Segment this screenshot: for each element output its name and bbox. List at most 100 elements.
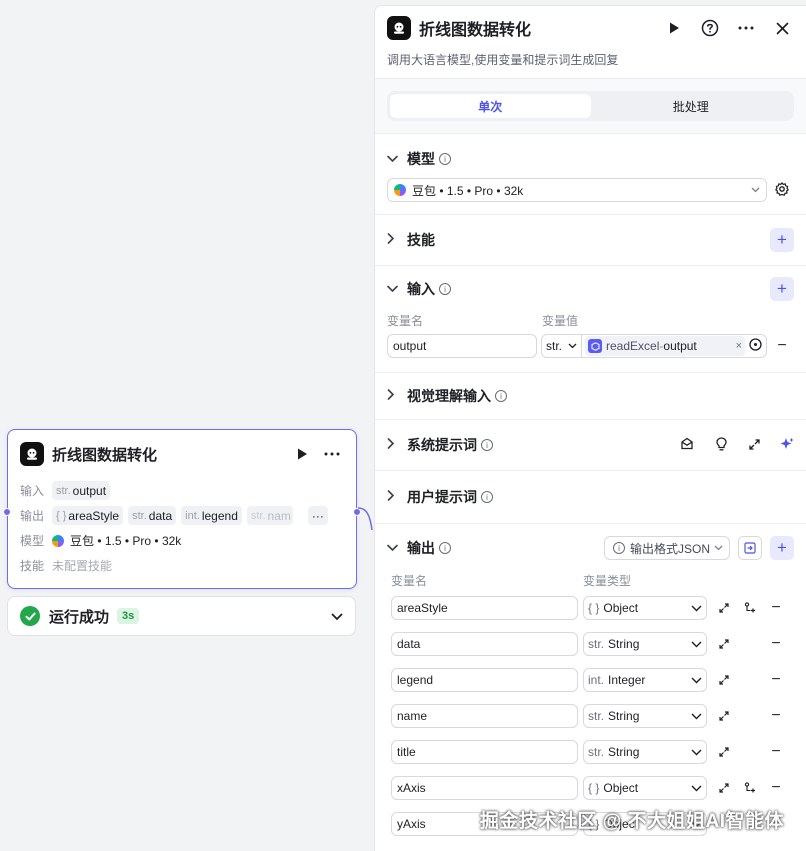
remove-output-button[interactable]: − [765,779,787,797]
llm-logo-icon [387,16,411,40]
node-input-key: 输入 [20,484,45,498]
output-type-select[interactable]: int. Integer [583,668,707,692]
panel-title: 折线图数据转化 [419,22,532,39]
expand-icon[interactable] [713,711,735,721]
expand-icon[interactable] [713,747,735,757]
run-status-bar[interactable]: 运行成功 3s [7,596,356,636]
input-var-value-field[interactable]: str. readExcel - output × [541,334,767,358]
node-input-tag: str. output [52,481,111,500]
output-var-name-field[interactable]: legend [391,668,578,692]
add-child-icon[interactable] [739,602,761,614]
node-more-icon[interactable] [320,442,344,466]
var-type-select[interactable]: str. [542,335,583,357]
expand-icon[interactable] [713,639,735,649]
output-var-name-field[interactable]: xAxis [391,776,578,800]
info-icon[interactable]: i [495,390,507,402]
expand-icon[interactable] [713,603,735,613]
info-icon[interactable]: i [439,153,451,165]
connection-edge [358,507,373,530]
chevron-right-icon[interactable] [387,233,403,247]
tag-type: str. [250,509,266,522]
clear-reference-icon[interactable]: × [736,340,742,352]
output-var-name-field[interactable]: name [391,704,578,728]
add-child-icon[interactable] [739,782,761,794]
chevron-right-icon[interactable] [387,438,403,452]
type-value: String [608,745,640,759]
column-header: 变量值 [542,314,579,328]
chevron-down-icon[interactable] [387,152,403,166]
doubao-logo-icon [52,534,64,547]
chevron-down-icon[interactable] [387,282,403,296]
type-value: String [608,637,640,651]
output-var-name-field[interactable]: title [391,740,578,764]
var-type-value: str. [546,339,563,353]
doubao-logo-icon [394,184,406,196]
remove-output-button[interactable]: − [765,707,787,725]
chevron-right-icon[interactable] [387,490,403,504]
workflow-node-card[interactable]: 折线图数据转化 输入 str. output 输出 { } areaStyle st… [3,429,361,589]
more-outputs-button[interactable]: ··· [307,506,328,525]
output-var-name-field[interactable]: data [391,632,578,656]
ai-sparkle-icon[interactable] [780,437,794,454]
info-icon[interactable]: i [481,491,493,503]
tag-name: legend [201,508,238,523]
expand-icon[interactable] [749,438,760,453]
output-type-select[interactable]: { } Object [583,596,707,620]
node-model-value: 豆包 • 1.5 • Pro • 32k [70,534,182,548]
vision-input-section: 视觉理解输入 i [375,372,806,419]
add-input-button[interactable]: + [770,277,794,301]
expand-icon[interactable] [713,783,735,793]
variable-picker-icon[interactable] [749,338,762,354]
expand-icon[interactable] [713,675,735,685]
remove-output-button[interactable]: − [765,599,787,617]
run-node-icon[interactable] [290,442,314,466]
prompt-library-icon[interactable] [680,437,694,453]
chevron-down-icon[interactable] [331,609,343,624]
tab-single[interactable]: 单次 [390,94,591,118]
column-header: 变量名 [387,314,424,328]
output-var-name-field[interactable]: areaStyle [391,596,578,620]
play-icon[interactable] [662,16,686,40]
remove-input-button[interactable]: − [771,337,793,355]
system-prompt-section: 系统提示词 i [375,419,806,470]
import-json-icon[interactable] [738,536,762,560]
tab-batch[interactable]: 批处理 [591,94,792,118]
gear-icon[interactable] [775,181,789,199]
chevron-down-icon[interactable] [387,541,403,555]
model-select[interactable]: 豆包 • 1.5 • Pro • 32k [387,178,767,202]
node-output-tag: str. data [128,506,177,525]
add-output-button[interactable]: + [770,536,794,560]
node-header: 折线图数据转化 [8,430,356,478]
output-type-select[interactable]: str. String [583,704,707,728]
output-type-select[interactable]: str. String [583,740,707,764]
type-prefix: { } [588,781,600,795]
close-icon[interactable] [770,16,794,40]
output-type-select[interactable]: str. String [583,632,707,656]
chevron-right-icon[interactable] [387,389,403,403]
panel-header: 折线图数据转化 [375,6,806,50]
info-icon[interactable]: i [481,439,493,451]
remove-output-button[interactable]: − [765,635,787,653]
lightbulb-icon[interactable] [716,436,727,454]
more-icon[interactable] [734,16,758,40]
output-row: areaStyle{ } Object − [391,590,794,626]
chevron-down-icon [691,713,702,719]
remove-output-button[interactable]: − [765,743,787,761]
help-icon[interactable] [698,16,722,40]
input-var-name-field[interactable]: output [387,334,537,358]
info-icon[interactable]: i [439,542,451,554]
info-icon[interactable]: i [439,283,451,295]
output-format-select[interactable]: i 输出格式JSON [604,536,730,560]
node-output-row: 输出 { } areaStyle str. data int. legend str.… [8,503,356,528]
remove-output-button[interactable]: − [765,671,787,689]
add-skill-button[interactable]: + [770,228,794,252]
node-config-panel: 折线图数据转化 调用大语言模型,使用变量和提示词生成回复 单次 批处理 模型 i [374,5,806,851]
node-input-port[interactable] [3,508,11,516]
node-skill-row: 技能 未配置技能 [8,553,356,578]
type-prefix: int. [588,673,605,687]
mode-switch: 单次 批处理 [375,78,806,133]
user-prompt-section: 用户提示词 i [375,470,806,523]
cube-icon [588,339,603,353]
output-type-select[interactable]: { } Object [583,776,707,800]
node-skill-key: 技能 [20,559,45,573]
